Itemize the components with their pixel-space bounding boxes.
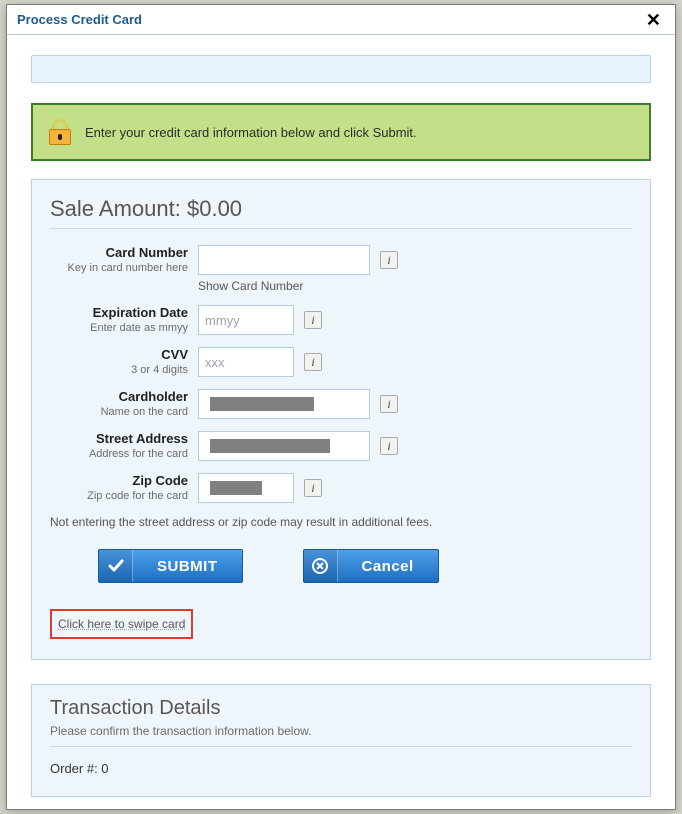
label-cardholder: Cardholder bbox=[50, 389, 188, 404]
label-street: Street Address bbox=[50, 431, 188, 446]
sale-amount-heading: Sale Amount: $0.00 bbox=[50, 196, 632, 229]
hint-cardholder: Name on the card bbox=[50, 406, 188, 418]
submit-button[interactable]: SUBMIT bbox=[98, 549, 243, 583]
cancel-icon bbox=[304, 550, 338, 582]
info-icon[interactable]: i bbox=[380, 437, 398, 455]
transaction-panel: Transaction Details Please confirm the t… bbox=[31, 684, 651, 797]
show-card-number-link[interactable]: Show Card Number bbox=[198, 279, 303, 293]
swipe-card-highlight: Click here to swipe card bbox=[50, 609, 193, 639]
cvv-input[interactable] bbox=[198, 347, 294, 377]
info-alert: Enter your credit card information below… bbox=[31, 103, 651, 161]
hint-zip: Zip code for the card bbox=[50, 490, 188, 502]
cancel-label: Cancel bbox=[338, 558, 438, 575]
transaction-title: Transaction Details bbox=[50, 697, 632, 720]
transaction-subtitle: Please confirm the transaction informati… bbox=[50, 724, 632, 747]
row-cardholder: Cardholder Name on the card i bbox=[50, 389, 632, 419]
fee-warning-note: Not entering the street address or zip c… bbox=[50, 515, 632, 529]
info-icon[interactable]: i bbox=[304, 311, 322, 329]
row-zip: Zip Code Zip code for the card i bbox=[50, 473, 632, 503]
hint-expiration: Enter date as mmyy bbox=[50, 322, 188, 334]
sale-panel: Sale Amount: $0.00 Card Number Key in ca… bbox=[31, 179, 651, 660]
info-icon[interactable]: i bbox=[380, 251, 398, 269]
dialog-body: Enter your credit card information below… bbox=[7, 35, 675, 809]
row-card-number: Card Number Key in card number here i Sh… bbox=[50, 245, 632, 293]
hint-card-number: Key in card number here bbox=[50, 262, 188, 274]
cancel-button[interactable]: Cancel bbox=[303, 549, 439, 583]
row-expiration: Expiration Date Enter date as mmyy i bbox=[50, 305, 632, 335]
swipe-card-link[interactable]: Click here to swipe card bbox=[58, 617, 185, 631]
row-street: Street Address Address for the card i bbox=[50, 431, 632, 461]
info-icon[interactable]: i bbox=[304, 353, 322, 371]
info-icon[interactable]: i bbox=[380, 395, 398, 413]
label-zip: Zip Code bbox=[50, 473, 188, 488]
hint-cvv: 3 or 4 digits bbox=[50, 364, 188, 376]
order-number-value: 0 bbox=[101, 761, 108, 776]
label-cvv: CVV bbox=[50, 347, 188, 362]
info-icon[interactable]: i bbox=[304, 479, 322, 497]
cardholder-input[interactable] bbox=[198, 389, 370, 419]
label-card-number: Card Number bbox=[50, 245, 188, 260]
status-bar-empty bbox=[31, 55, 651, 83]
hint-street: Address for the card bbox=[50, 448, 188, 460]
submit-label: SUBMIT bbox=[133, 558, 242, 575]
process-credit-card-dialog: Process Credit Card ✕ Enter your credit … bbox=[6, 4, 676, 810]
dialog-title: Process Credit Card bbox=[17, 12, 142, 27]
sale-amount-label: Sale Amount: bbox=[50, 196, 187, 221]
close-icon[interactable]: ✕ bbox=[642, 9, 665, 31]
checkmark-icon bbox=[99, 550, 133, 582]
dialog-titlebar: Process Credit Card ✕ bbox=[7, 5, 675, 35]
button-row: SUBMIT Cancel bbox=[50, 549, 632, 583]
sale-amount-value: $0.00 bbox=[187, 196, 242, 221]
street-input[interactable] bbox=[198, 431, 370, 461]
order-number-line: Order #: 0 bbox=[50, 761, 632, 776]
zip-input[interactable] bbox=[198, 473, 294, 503]
order-label: Order #: bbox=[50, 761, 101, 776]
expiration-input[interactable] bbox=[198, 305, 294, 335]
card-number-input[interactable] bbox=[198, 245, 370, 275]
alert-message: Enter your credit card information below… bbox=[85, 125, 417, 140]
lock-icon bbox=[49, 119, 71, 145]
label-expiration: Expiration Date bbox=[50, 305, 188, 320]
row-cvv: CVV 3 or 4 digits i bbox=[50, 347, 632, 377]
